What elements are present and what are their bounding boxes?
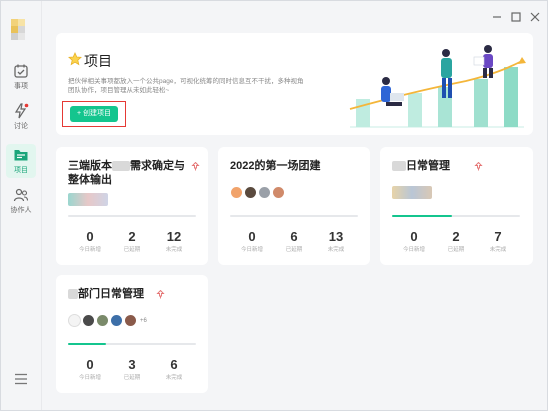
progress-fill <box>392 215 453 217</box>
avatar <box>272 186 285 200</box>
sidebar-item-tasks[interactable]: 事项 <box>1 63 41 91</box>
avatar <box>124 314 137 328</box>
team-growth-illustration <box>349 45 526 128</box>
app-logo <box>11 19 31 43</box>
stat-today: 0 今日新增 <box>78 229 101 253</box>
star-icon <box>68 52 82 66</box>
pin-icon[interactable] <box>474 162 483 171</box>
avatar <box>230 186 243 200</box>
stat-unfinished: 13 未完成 <box>327 229 345 253</box>
progress-bar <box>392 215 520 217</box>
project-card[interactable]: 日常管理 0 今日新增 2 已延期 7 未完成 <box>380 147 533 265</box>
main-content: 项目 把伙伴相关事项都放入一个公共page，可视化统筹的同时信息互不干扰，多种视… <box>42 1 547 410</box>
member-avatars <box>392 184 432 200</box>
stat-today: 0 今日新增 <box>402 229 425 253</box>
project-title: 2022的第一场团建 <box>230 160 321 172</box>
hamburger-menu-icon[interactable] <box>14 373 28 385</box>
sidebar-item-discussion[interactable]: 讨论 <box>1 103 41 131</box>
avatar <box>244 186 257 200</box>
project-folder-icon <box>14 150 28 161</box>
sidebar-item-collaborators[interactable]: 协作人 <box>1 187 41 215</box>
member-avatars <box>230 184 286 200</box>
project-title: 部门日常管理 <box>68 287 144 301</box>
stat-overdue: 3 已延期 <box>123 357 141 381</box>
progress-bar <box>230 215 358 217</box>
sidebar-item-label: 协作人 <box>10 207 32 214</box>
stat-unfinished: 12 未完成 <box>165 229 183 253</box>
progress-bar <box>68 215 196 217</box>
avatar <box>258 186 271 200</box>
avatar <box>96 314 109 328</box>
sidebar-item-label: 讨论 <box>14 123 28 130</box>
project-card[interactable]: 三端版本 需求确定与 整体输出 0 今日新增 2 已延期 12 未完成 <box>56 147 208 265</box>
avatar <box>82 314 95 328</box>
create-project-button[interactable]: + 创建项目 <box>70 106 118 122</box>
redacted-text <box>68 289 78 300</box>
sidebar: 事项 讨论 项目 协作人 <box>1 1 42 410</box>
avatar <box>68 314 81 328</box>
page-title: 项目 <box>84 53 112 69</box>
stat-today: 0 今日新增 <box>240 229 263 253</box>
sidebar-item-projects[interactable]: 项目 <box>6 144 36 178</box>
stat-unfinished: 6 未完成 <box>165 357 183 381</box>
avatar <box>68 193 108 207</box>
progress-fill <box>68 343 107 345</box>
lightning-chat-icon <box>14 103 29 119</box>
stat-overdue: 2 已延期 <box>447 229 465 253</box>
project-card[interactable]: 部门日常管理 +6 0 今日新增 3 已延期 6 未完成 <box>56 275 208 393</box>
pin-icon[interactable] <box>191 162 200 171</box>
people-icon <box>13 188 29 202</box>
member-avatars: +6 <box>68 312 147 328</box>
pin-icon[interactable] <box>156 290 165 299</box>
avatar-more-count: +6 <box>140 317 147 324</box>
hero-description: 把伙伴相关事项都放入一个公共page，可视化统筹的同时信息互不干扰，多种视角团队… <box>68 78 304 94</box>
member-avatars <box>68 191 108 207</box>
avatar <box>392 186 432 200</box>
app-window: 事项 讨论 项目 协作人 项目 把伙伴相关事项都放入一个公共page，可视化统筹… <box>0 0 548 411</box>
redacted-text <box>112 161 130 172</box>
stat-overdue: 2 已延期 <box>123 229 141 253</box>
stat-overdue: 6 已延期 <box>285 229 303 253</box>
stat-unfinished: 7 未完成 <box>489 229 507 253</box>
calendar-check-icon <box>14 64 28 78</box>
sidebar-item-label: 项目 <box>14 167 28 174</box>
project-hero-banner: 项目 把伙伴相关事项都放入一个公共page，可视化统筹的同时信息互不干扰，多种视… <box>56 33 533 135</box>
project-title: 三端版本 需求确定与 整体输出 <box>68 160 185 186</box>
redacted-text <box>392 161 406 172</box>
project-card[interactable]: 2022的第一场团建 0 今日新增 6 已延期 13 未完成 <box>218 147 370 265</box>
progress-bar <box>68 343 196 345</box>
avatar <box>110 314 123 328</box>
project-title: 日常管理 <box>392 159 450 173</box>
sidebar-item-label: 事项 <box>14 83 28 90</box>
stat-today: 0 今日新增 <box>78 357 101 381</box>
